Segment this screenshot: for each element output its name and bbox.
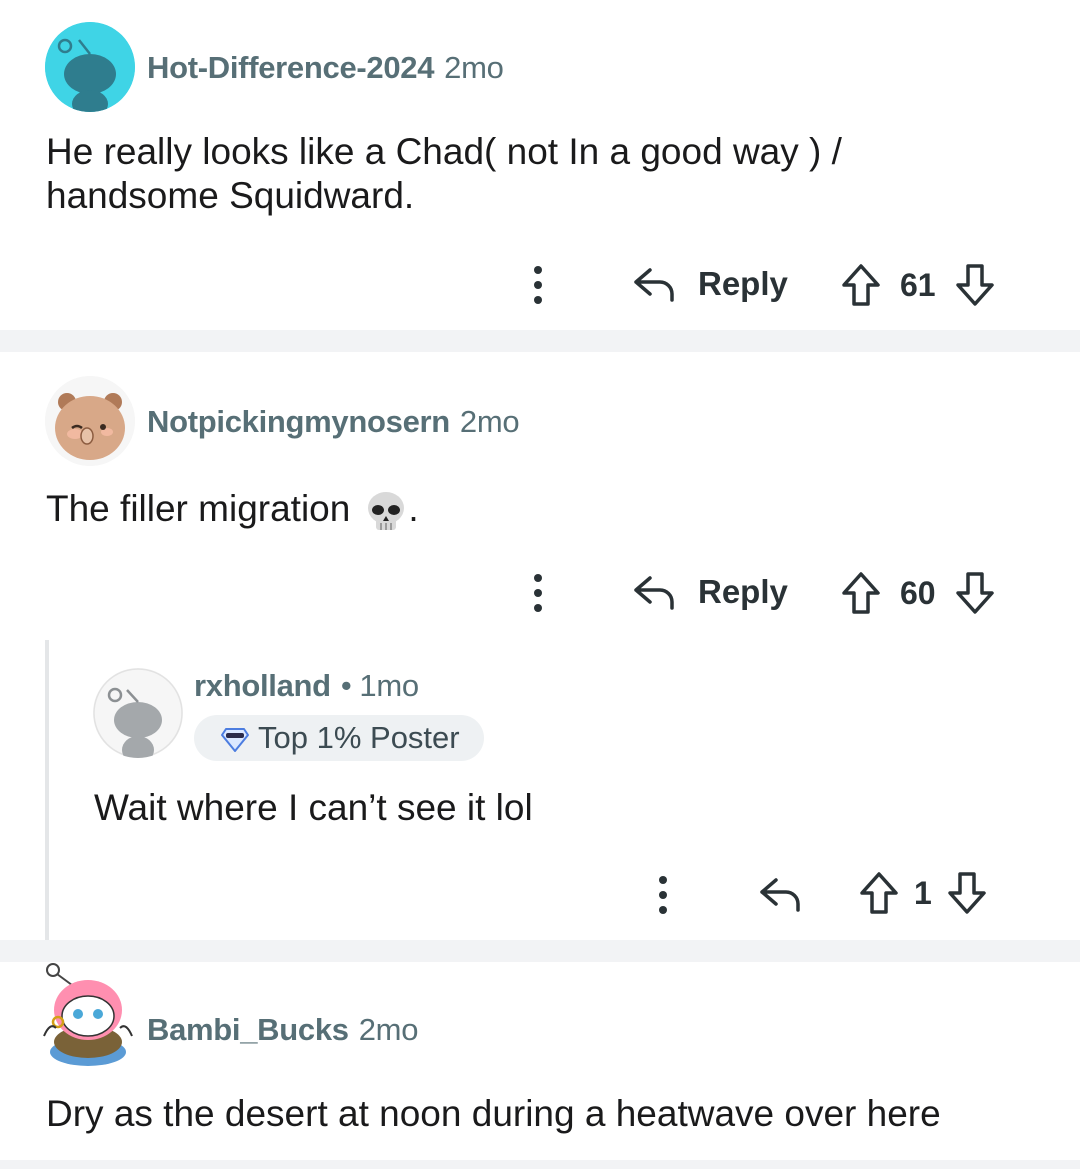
bear-avatar-icon xyxy=(45,376,135,466)
comment-divider xyxy=(0,1160,1080,1169)
comment-time: 2mo xyxy=(459,404,520,439)
reply-label: Reply xyxy=(698,573,788,610)
comment-divider xyxy=(0,330,1080,352)
skull-emoji xyxy=(368,492,405,530)
user-flair-badge: Top 1% Poster xyxy=(194,715,484,761)
comment-bambi-bucks: Bambi_Bucks 2mo Dry as the desert at noon… xyxy=(0,962,1080,1169)
more-options-button[interactable] xyxy=(657,876,669,920)
author-meta: rxholland • 1mo xyxy=(194,668,419,704)
comment-body: The filler migration . xyxy=(46,484,419,534)
comment-time: 1mo xyxy=(359,668,419,703)
author-name[interactable]: Notpickingmynosern xyxy=(147,404,450,439)
more-options-button[interactable] xyxy=(532,574,544,618)
comment-text-line: He really looks like a Chad( not In a go… xyxy=(46,131,842,172)
comment-text: The filler migration xyxy=(46,488,351,529)
reply-icon xyxy=(634,268,674,302)
vote-controls: 60 xyxy=(840,570,996,616)
avatar[interactable] xyxy=(45,376,135,466)
author-meta: Notpickingmynosern 2mo xyxy=(147,404,520,440)
comment-text-end: . xyxy=(408,488,419,529)
comment-divider xyxy=(0,940,1080,962)
snoo-avatar-icon xyxy=(45,22,135,112)
upvote-arrow-icon[interactable] xyxy=(858,870,900,916)
comment-body: He really looks like a Chad( not In a go… xyxy=(46,130,842,218)
snoo-avatar-icon xyxy=(93,668,183,758)
downvote-arrow-icon[interactable] xyxy=(954,262,996,308)
reply-icon[interactable] xyxy=(758,872,802,916)
comment-text-line: handsome Squidward. xyxy=(46,175,415,216)
author-name[interactable]: Bambi_Bucks xyxy=(147,1012,349,1047)
author-meta: Hot-Difference-2024 2mo xyxy=(147,50,504,86)
author-meta: Bambi_Bucks 2mo xyxy=(147,1012,418,1048)
comment-text: Wait where I can’t see it lol xyxy=(94,787,533,828)
downvote-arrow-icon[interactable] xyxy=(954,570,996,616)
vote-score: 60 xyxy=(900,574,936,611)
vote-controls: 1 xyxy=(858,870,988,916)
vote-controls: 61 xyxy=(840,262,996,308)
comment-time: 2mo xyxy=(358,1012,419,1047)
comment-time: 2mo xyxy=(444,50,504,85)
avatar[interactable] xyxy=(45,22,135,112)
author-name[interactable]: Hot-Difference-2024 xyxy=(147,50,434,85)
badge-label: Top 1% Poster xyxy=(258,720,460,755)
custom-snoo-avatar-icon xyxy=(43,963,133,1066)
avatar[interactable] xyxy=(93,668,183,758)
top-poster-icon xyxy=(221,728,249,752)
reply-button[interactable]: Reply xyxy=(632,570,788,614)
downvote-arrow-icon[interactable] xyxy=(946,870,988,916)
comment-notpickingmynosern: Notpickingmynosern 2mo The filler migrati… xyxy=(0,352,1080,942)
upvote-arrow-icon[interactable] xyxy=(840,262,882,308)
meta-separator: • xyxy=(340,668,352,703)
author-name[interactable]: rxholland xyxy=(194,668,331,703)
reply-button[interactable]: Reply xyxy=(632,262,788,306)
reply-icon xyxy=(634,576,674,610)
vote-score: 61 xyxy=(900,266,936,303)
vote-score: 1 xyxy=(914,874,932,911)
comment-text: Dry as the desert at noon during a heatw… xyxy=(46,1093,941,1134)
thread-line[interactable] xyxy=(45,640,49,940)
more-options-button[interactable] xyxy=(532,266,544,310)
reply-label: Reply xyxy=(698,265,788,302)
avatar[interactable] xyxy=(36,962,136,1072)
upvote-arrow-icon[interactable] xyxy=(840,570,882,616)
comment-hot-difference: Hot-Difference-2024 2mo He really looks l… xyxy=(0,0,1080,330)
